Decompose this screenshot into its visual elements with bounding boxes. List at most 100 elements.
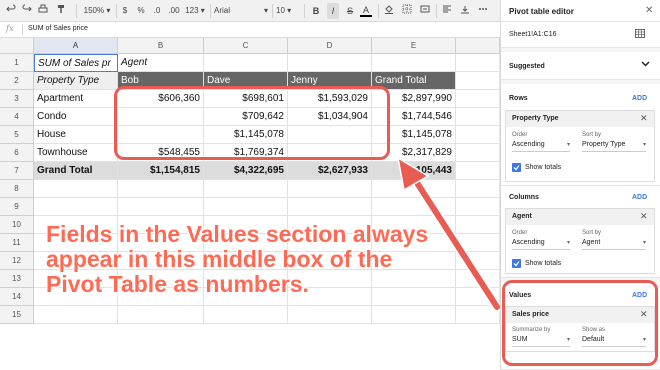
row-header-10[interactable]: 10 (0, 216, 34, 234)
empty-cell[interactable] (456, 126, 500, 144)
increase-decimal-button[interactable]: .00 (166, 3, 182, 19)
empty-cell[interactable] (288, 306, 372, 324)
empty-cell[interactable] (456, 72, 500, 90)
columns-add-button[interactable]: ADD (632, 194, 647, 201)
empty-cell[interactable] (456, 162, 500, 180)
row-header-14[interactable]: 14 (0, 288, 34, 306)
text-color-button[interactable]: A (360, 3, 372, 17)
strikethrough-button[interactable]: S (344, 3, 356, 19)
grid-select-icon[interactable] (635, 29, 645, 40)
empty-cell[interactable] (456, 216, 500, 234)
column-header-f[interactable] (456, 38, 500, 54)
empty-cell[interactable] (456, 180, 500, 198)
remove-field-icon[interactable]: ✕ (640, 113, 648, 124)
paint-format-icon[interactable] (54, 3, 68, 19)
cell-a1[interactable]: SUM of Sales pr (34, 54, 118, 72)
empty-cell[interactable] (456, 306, 500, 324)
row-header-7[interactable]: 7 (0, 162, 34, 180)
cell-c1[interactable] (204, 54, 288, 72)
empty-cell[interactable] (34, 306, 118, 324)
empty-cell[interactable] (456, 54, 500, 72)
suggested-section[interactable]: Suggested (501, 52, 660, 80)
percent-format-button[interactable]: % (136, 3, 146, 19)
row-header-3[interactable]: 3 (0, 90, 34, 108)
column-header-b[interactable]: B (118, 38, 204, 54)
merge-cells-icon[interactable] (418, 3, 432, 19)
redo-icon[interactable] (20, 3, 34, 19)
empty-cell[interactable] (34, 198, 118, 216)
remove-field-icon[interactable]: ✕ (640, 211, 648, 222)
chevron-down-icon[interactable] (641, 61, 650, 69)
empty-cell[interactable] (456, 252, 500, 270)
zoom-select[interactable]: 150% ▾ (82, 3, 112, 19)
cell-b1[interactable]: Agent (118, 54, 204, 72)
select-all-corner[interactable] (0, 38, 34, 54)
font-family-chevron-icon[interactable]: ▾ (262, 3, 270, 19)
column-header-d[interactable]: D (288, 38, 372, 54)
empty-cell[interactable] (34, 180, 118, 198)
vertical-align-icon[interactable] (458, 3, 472, 19)
cell-a3[interactable]: Apartment (34, 90, 118, 108)
row-header-15[interactable]: 15 (0, 306, 34, 324)
font-family-select[interactable]: Arial (214, 3, 264, 19)
range-value[interactable]: Sheet1!A1:C16 (509, 31, 556, 38)
empty-cell[interactable] (372, 306, 456, 324)
empty-cell[interactable] (456, 288, 500, 306)
cell-a4[interactable]: Condo (34, 108, 118, 126)
row-header-8[interactable]: 8 (0, 180, 34, 198)
cell-a7[interactable]: Grand Total (34, 162, 118, 180)
rows-add-button[interactable]: ADD (632, 95, 647, 102)
cell-a6[interactable]: Townhouse (34, 144, 118, 162)
print-icon[interactable] (36, 3, 50, 19)
row-header-1[interactable]: 1 (0, 54, 34, 72)
row-header-13[interactable]: 13 (0, 270, 34, 288)
more-formats-button[interactable]: 123 ▾ (184, 3, 206, 19)
empty-cell[interactable] (372, 180, 456, 198)
empty-cell[interactable] (456, 144, 500, 162)
row-header-6[interactable]: 6 (0, 144, 34, 162)
cell-e7[interactable]: $8,105,443 (372, 162, 456, 180)
column-header-e[interactable]: E (372, 38, 456, 54)
more-icon[interactable] (476, 3, 490, 19)
rows-show-totals-checkbox[interactable] (512, 163, 521, 172)
borders-icon[interactable] (400, 3, 414, 19)
cell-a2[interactable]: Property Type (34, 72, 118, 90)
cell-b7[interactable]: $1,154,815 (118, 162, 204, 180)
columns-show-totals-checkbox[interactable] (512, 259, 521, 268)
empty-cell[interactable] (204, 198, 288, 216)
empty-cell[interactable] (456, 90, 500, 108)
empty-cell[interactable] (204, 180, 288, 198)
empty-cell[interactable] (288, 180, 372, 198)
empty-cell[interactable] (288, 198, 372, 216)
cell-d7[interactable]: $2,627,933 (288, 162, 372, 180)
row-header-12[interactable]: 12 (0, 252, 34, 270)
empty-cell[interactable] (456, 198, 500, 216)
rows-order-select[interactable]: Ascending ▾ (512, 141, 570, 152)
cell-e1[interactable] (372, 54, 456, 72)
column-header-a[interactable]: A (34, 38, 118, 54)
row-header-4[interactable]: 4 (0, 108, 34, 126)
cell-d1[interactable] (288, 54, 372, 72)
empty-cell[interactable] (118, 306, 204, 324)
row-header-11[interactable]: 11 (0, 234, 34, 252)
close-icon[interactable]: ✕ (645, 5, 653, 16)
horizontal-align-icon[interactable] (440, 3, 454, 19)
undo-icon[interactable] (4, 3, 18, 19)
empty-cell[interactable] (118, 198, 204, 216)
row-header-9[interactable]: 9 (0, 198, 34, 216)
cell-a5[interactable]: House (34, 126, 118, 144)
font-size-select[interactable]: 10 ▾ (276, 3, 298, 19)
cell-c7[interactable]: $4,322,695 (204, 162, 288, 180)
empty-cell[interactable] (372, 198, 456, 216)
columns-sort-select[interactable]: Agent ▾ (582, 239, 646, 250)
rows-sort-select[interactable]: Property Type ▾ (582, 141, 646, 152)
bold-button[interactable]: B (310, 3, 322, 19)
fill-color-icon[interactable] (382, 3, 396, 19)
row-header-5[interactable]: 5 (0, 126, 34, 144)
formula-bar[interactable]: fx SUM of Sales price (0, 22, 500, 38)
formula-input[interactable]: SUM of Sales price (28, 25, 88, 32)
empty-cell[interactable] (204, 306, 288, 324)
row-header-2[interactable]: 2 (0, 72, 34, 90)
empty-cell[interactable] (456, 270, 500, 288)
empty-cell[interactable] (118, 180, 204, 198)
